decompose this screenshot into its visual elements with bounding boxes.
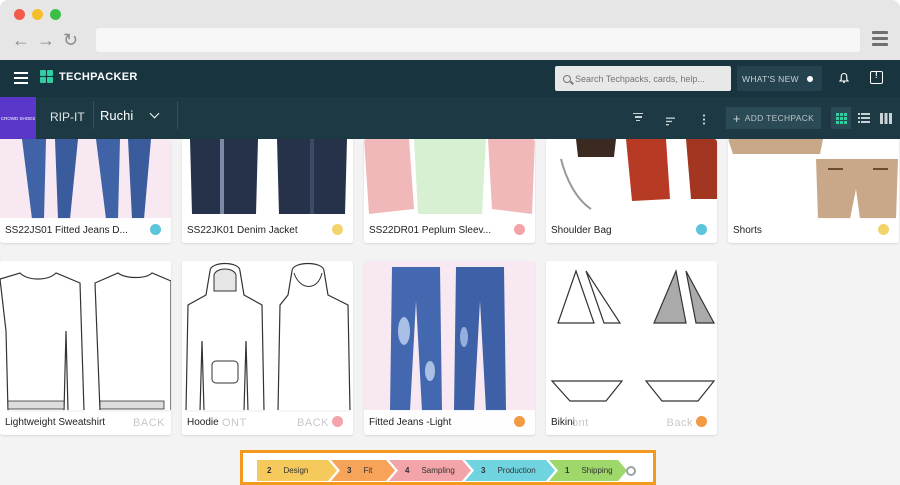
techpack-card[interactable]: SS22DR01 Peplum Sleev... xyxy=(364,139,535,243)
card-title: Shorts xyxy=(728,218,899,243)
maximize-window-button[interactable] xyxy=(50,9,61,20)
sweatshirt-icon xyxy=(0,261,171,435)
stage-count: 3 xyxy=(347,466,352,475)
gear-icon[interactable] xyxy=(626,466,636,476)
add-techpack-button[interactable]: + ADD TECHPACK xyxy=(726,107,821,129)
logo-text: TECHPACKER xyxy=(59,70,138,83)
stage-pipeline: 2 Design 3 Fit 4 Sampling 3 Production 1… xyxy=(257,460,621,481)
status-dot-icon xyxy=(878,224,889,235)
stage-label: Production xyxy=(497,466,536,475)
notification-dot-icon xyxy=(806,75,813,82)
divider xyxy=(93,101,94,129)
status-dot-icon xyxy=(514,416,525,427)
stage-design[interactable]: 2 Design xyxy=(257,460,337,481)
techpack-grid: SS22JS01 Fitted Jeans D... SS22JK01 Deni… xyxy=(0,139,900,485)
address-bar[interactable] xyxy=(96,28,860,52)
filter-icon[interactable] xyxy=(633,113,643,123)
status-dot-icon xyxy=(514,224,525,235)
app-header: TECHPACKER WHAT'S NEW xyxy=(0,60,900,97)
grid-view-icon[interactable] xyxy=(831,107,851,129)
browser-nav: ← → ↻ xyxy=(12,30,79,50)
chevron-down-icon xyxy=(149,108,160,119)
stage-label: Sampling xyxy=(421,466,455,475)
techpack-card[interactable]: Hoodie ONT BACK xyxy=(182,261,353,435)
back-arrow-icon[interactable]: ← xyxy=(12,30,30,50)
status-dot-icon xyxy=(332,416,343,427)
stage-sampling[interactable]: 4 Sampling xyxy=(389,460,471,481)
techpack-card[interactable]: Fitted Jeans -Light xyxy=(364,261,535,435)
sort-icon[interactable] xyxy=(666,113,676,131)
reload-icon[interactable]: ↻ xyxy=(62,30,79,50)
status-dot-icon xyxy=(332,224,343,235)
card-title: SS22JS01 Fitted Jeans D... xyxy=(0,218,171,243)
jeans-icon xyxy=(364,261,535,435)
back-view-label: BACK xyxy=(133,417,165,429)
company-name[interactable]: RIP-IT xyxy=(50,110,85,124)
stage-summary-bar: 2 Design 3 Fit 4 Sampling 3 Production 1… xyxy=(240,450,656,485)
stage-label: Shipping xyxy=(581,466,613,475)
whats-new-button[interactable]: WHAT'S NEW xyxy=(737,66,822,91)
stage-count: 1 xyxy=(565,466,570,475)
plus-icon: + xyxy=(732,110,741,126)
user-selector[interactable]: Ruchi xyxy=(100,108,160,123)
stage-production[interactable]: 3 Production xyxy=(465,460,555,481)
window-controls xyxy=(14,9,61,20)
search-input[interactable] xyxy=(575,73,725,84)
techpack-card[interactable]: Shorts xyxy=(728,139,899,243)
stage-count: 4 xyxy=(405,466,410,475)
whats-new-label: WHAT'S NEW xyxy=(742,73,799,84)
bikini-icon xyxy=(546,261,717,435)
card-title: SS22JK01 Denim Jacket xyxy=(182,218,353,243)
back-view-label: BACK xyxy=(297,417,329,429)
bell-icon[interactable] xyxy=(838,72,850,84)
close-window-button[interactable] xyxy=(14,9,25,20)
status-dot-icon xyxy=(696,224,707,235)
list-view-icon[interactable] xyxy=(854,107,874,129)
browser-window: ← → ↻ TECHPACKER WHAT'S NEW xyxy=(0,0,900,485)
search-box[interactable] xyxy=(555,66,731,91)
techpacker-app: TECHPACKER WHAT'S NEW CROWD SHOES RIP-IT xyxy=(0,60,900,485)
front-view-label: ONT xyxy=(222,417,247,429)
card-title: Shoulder Bag xyxy=(546,218,717,243)
divider xyxy=(177,101,178,129)
stage-count: 3 xyxy=(481,466,486,475)
techpack-card[interactable]: Bikini ont Back xyxy=(546,261,717,435)
stage-fit[interactable]: 3 Fit xyxy=(331,460,395,481)
add-techpack-label: ADD TECHPACK xyxy=(744,113,815,123)
stage-label: Fit xyxy=(363,466,373,475)
techpack-card[interactable]: Shoulder Bag xyxy=(546,139,717,243)
card-title: Fitted Jeans -Light xyxy=(364,410,535,435)
stage-count: 2 xyxy=(267,466,272,475)
column-view-icon[interactable] xyxy=(876,107,896,129)
techpack-card[interactable]: Lightweight Sweatshirt BACK xyxy=(0,261,171,435)
stage-label: Design xyxy=(283,466,309,475)
feedback-icon[interactable] xyxy=(870,71,883,84)
front-view-label: ont xyxy=(572,417,589,429)
status-dot-icon xyxy=(150,224,161,235)
user-name: Ruchi xyxy=(100,108,134,123)
hoodie-icon xyxy=(182,261,353,435)
minimize-window-button[interactable] xyxy=(32,9,43,20)
back-view-label: Back xyxy=(666,417,693,429)
app-logo[interactable]: TECHPACKER xyxy=(40,70,138,83)
menu-icon[interactable] xyxy=(14,72,28,87)
logo-icon xyxy=(40,70,53,83)
search-icon xyxy=(563,74,571,83)
status-dot-icon xyxy=(696,416,707,427)
workspace-bar: CROWD SHOES RIP-IT Ruchi + ADD TECHPACK xyxy=(0,97,900,139)
brand-logo[interactable]: CROWD SHOES xyxy=(0,97,36,139)
forward-arrow-icon[interactable]: → xyxy=(37,30,55,50)
browser-menu-icon[interactable] xyxy=(872,31,888,47)
more-options-icon[interactable] xyxy=(702,112,706,130)
stage-shipping[interactable]: 1 Shipping xyxy=(549,460,627,481)
techpack-card[interactable]: SS22JK01 Denim Jacket xyxy=(182,139,353,243)
techpack-card[interactable]: SS22JS01 Fitted Jeans D... xyxy=(0,139,171,243)
card-title: SS22DR01 Peplum Sleev... xyxy=(364,218,535,243)
brand-name: CROWD SHOES xyxy=(0,115,36,121)
